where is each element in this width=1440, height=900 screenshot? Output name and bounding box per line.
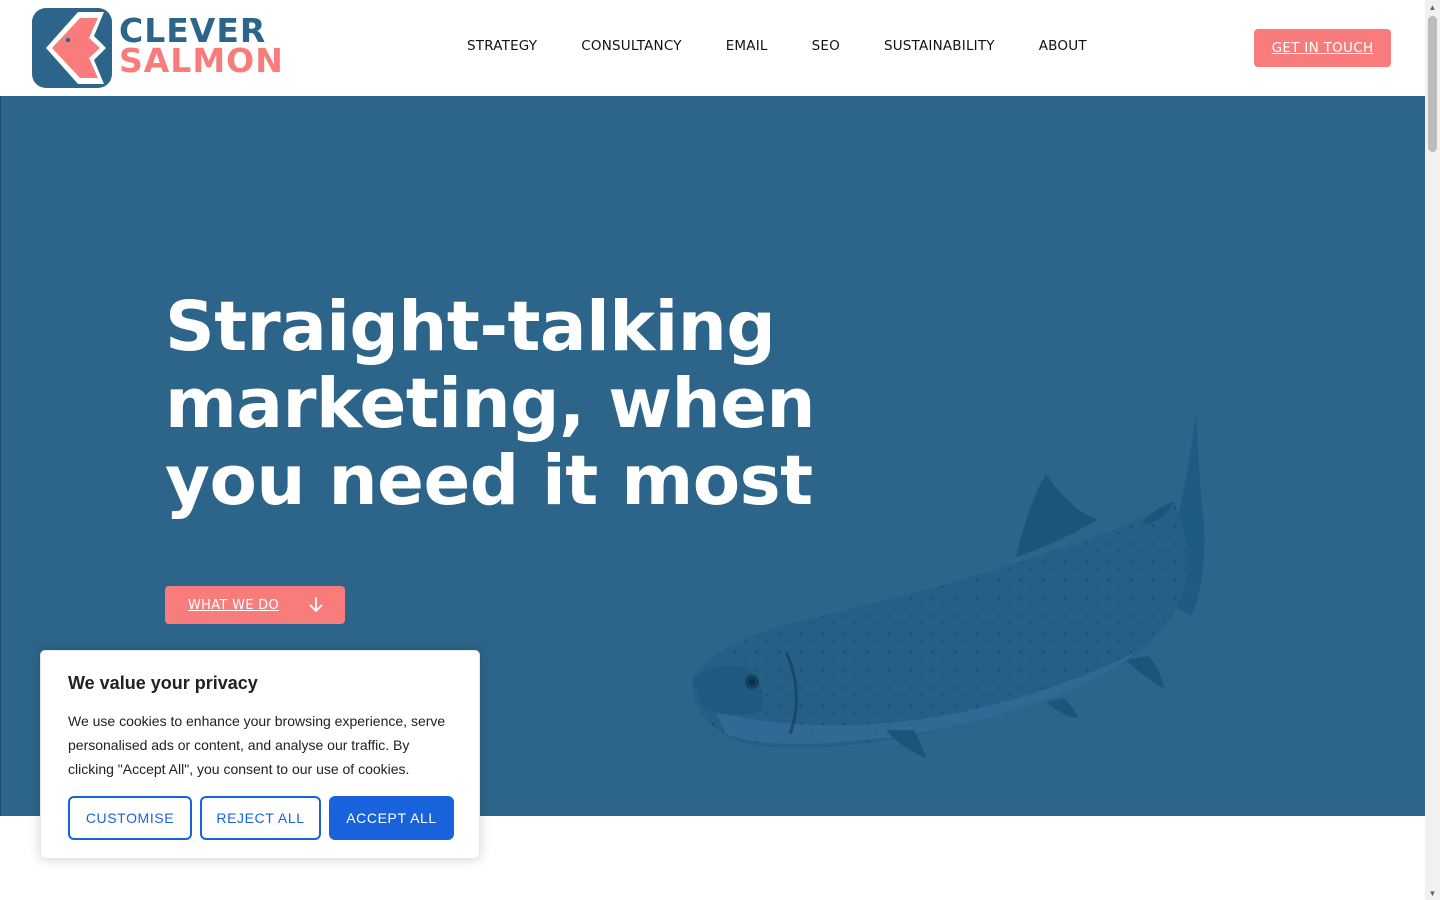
scroll-up-icon[interactable]: ▲ [1425,0,1440,14]
salmon-logo-icon [32,8,112,88]
nav-consultancy[interactable]: CONSULTANCY [581,38,681,54]
cookie-banner-text: We use cookies to enhance your browsing … [68,713,446,777]
nav-sustainability[interactable]: SUSTAINABILITY [884,38,995,54]
nav-strategy[interactable]: STRATEGY [467,38,537,54]
hero-edge-divider [0,96,1,816]
reject-all-button[interactable]: REJECT ALL [200,796,321,840]
site-header: CLEVER SALMON STRATEGY CONSULTANCY EMAIL… [0,0,1425,96]
cookie-consent-banner: We value your privacy We use cookies to … [40,650,480,859]
what-we-do-label: WHAT WE DO [188,597,280,613]
clever-salmon-logo[interactable]: CLEVER SALMON [32,8,283,88]
nav-about[interactable]: ABOUT [1039,38,1087,54]
nav-seo[interactable]: SEO [812,38,840,54]
scrollbar-thumb[interactable] [1428,16,1437,152]
scroll-down-icon[interactable]: ▼ [1425,886,1440,900]
accept-all-button[interactable]: ACCEPT ALL [329,796,454,840]
customise-button[interactable]: CUSTOMISE [68,796,192,840]
page-scrollbar[interactable]: ▲ ▼ [1425,0,1440,900]
main-nav: STRATEGY CONSULTANCY EMAIL SEO SUSTAINAB… [467,38,1087,54]
arrow-down-icon [309,597,323,612]
hero-heading-line-1: Straight-talking [165,287,776,367]
what-we-do-button[interactable]: WHAT WE DO [165,586,345,624]
salmon-fish-image [691,412,1205,758]
get-in-touch-button[interactable]: GET IN TOUCH [1254,29,1391,67]
nav-email[interactable]: EMAIL [726,38,768,54]
logo-text-salmon: SALMON [119,41,284,80]
cookie-banner-title: We value your privacy [68,673,258,693]
